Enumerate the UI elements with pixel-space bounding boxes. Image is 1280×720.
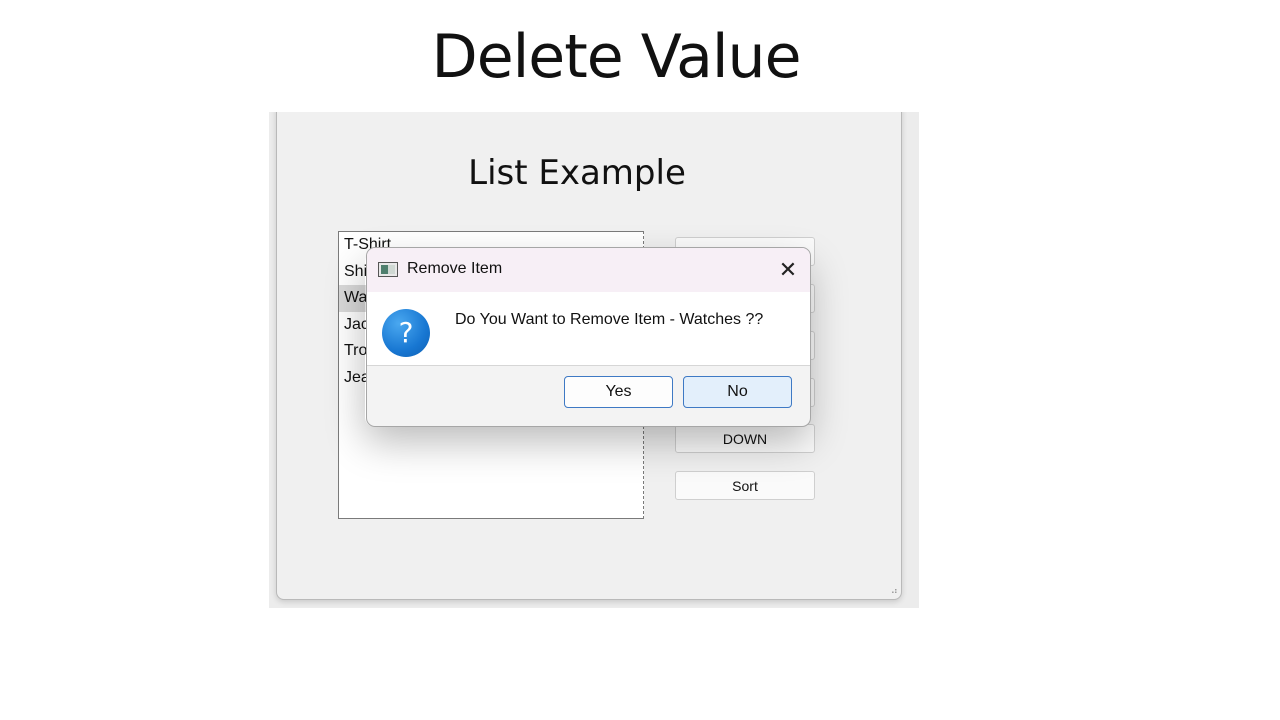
window-app-icon	[378, 262, 398, 277]
yes-button[interactable]: Yes	[564, 376, 673, 408]
remove-item-dialog: Remove Item ✕ ? Do You Want to Remove It…	[366, 247, 811, 427]
dialog-message: Do You Want to Remove Item - Watches ??	[455, 311, 764, 328]
close-icon[interactable]: ✕	[774, 256, 802, 284]
dialog-title: Remove Item	[407, 260, 503, 277]
no-button[interactable]: No	[683, 376, 792, 408]
app-title: List Example	[468, 153, 686, 193]
dialog-titlebar[interactable]: Remove Item ✕	[367, 248, 810, 292]
sort-button[interactable]: Sort	[675, 471, 815, 500]
dialog-body: ? Do You Want to Remove Item - Watches ?…	[367, 292, 810, 366]
resize-grip-icon[interactable]: ⠴	[891, 587, 898, 597]
screenshot-frame: List Example T-Shirt Shi Wa Jac Tro Jea …	[269, 112, 919, 608]
slide-title: Delete Value	[431, 22, 802, 92]
down-button[interactable]: DOWN	[675, 424, 815, 453]
question-icon: ?	[382, 309, 430, 357]
